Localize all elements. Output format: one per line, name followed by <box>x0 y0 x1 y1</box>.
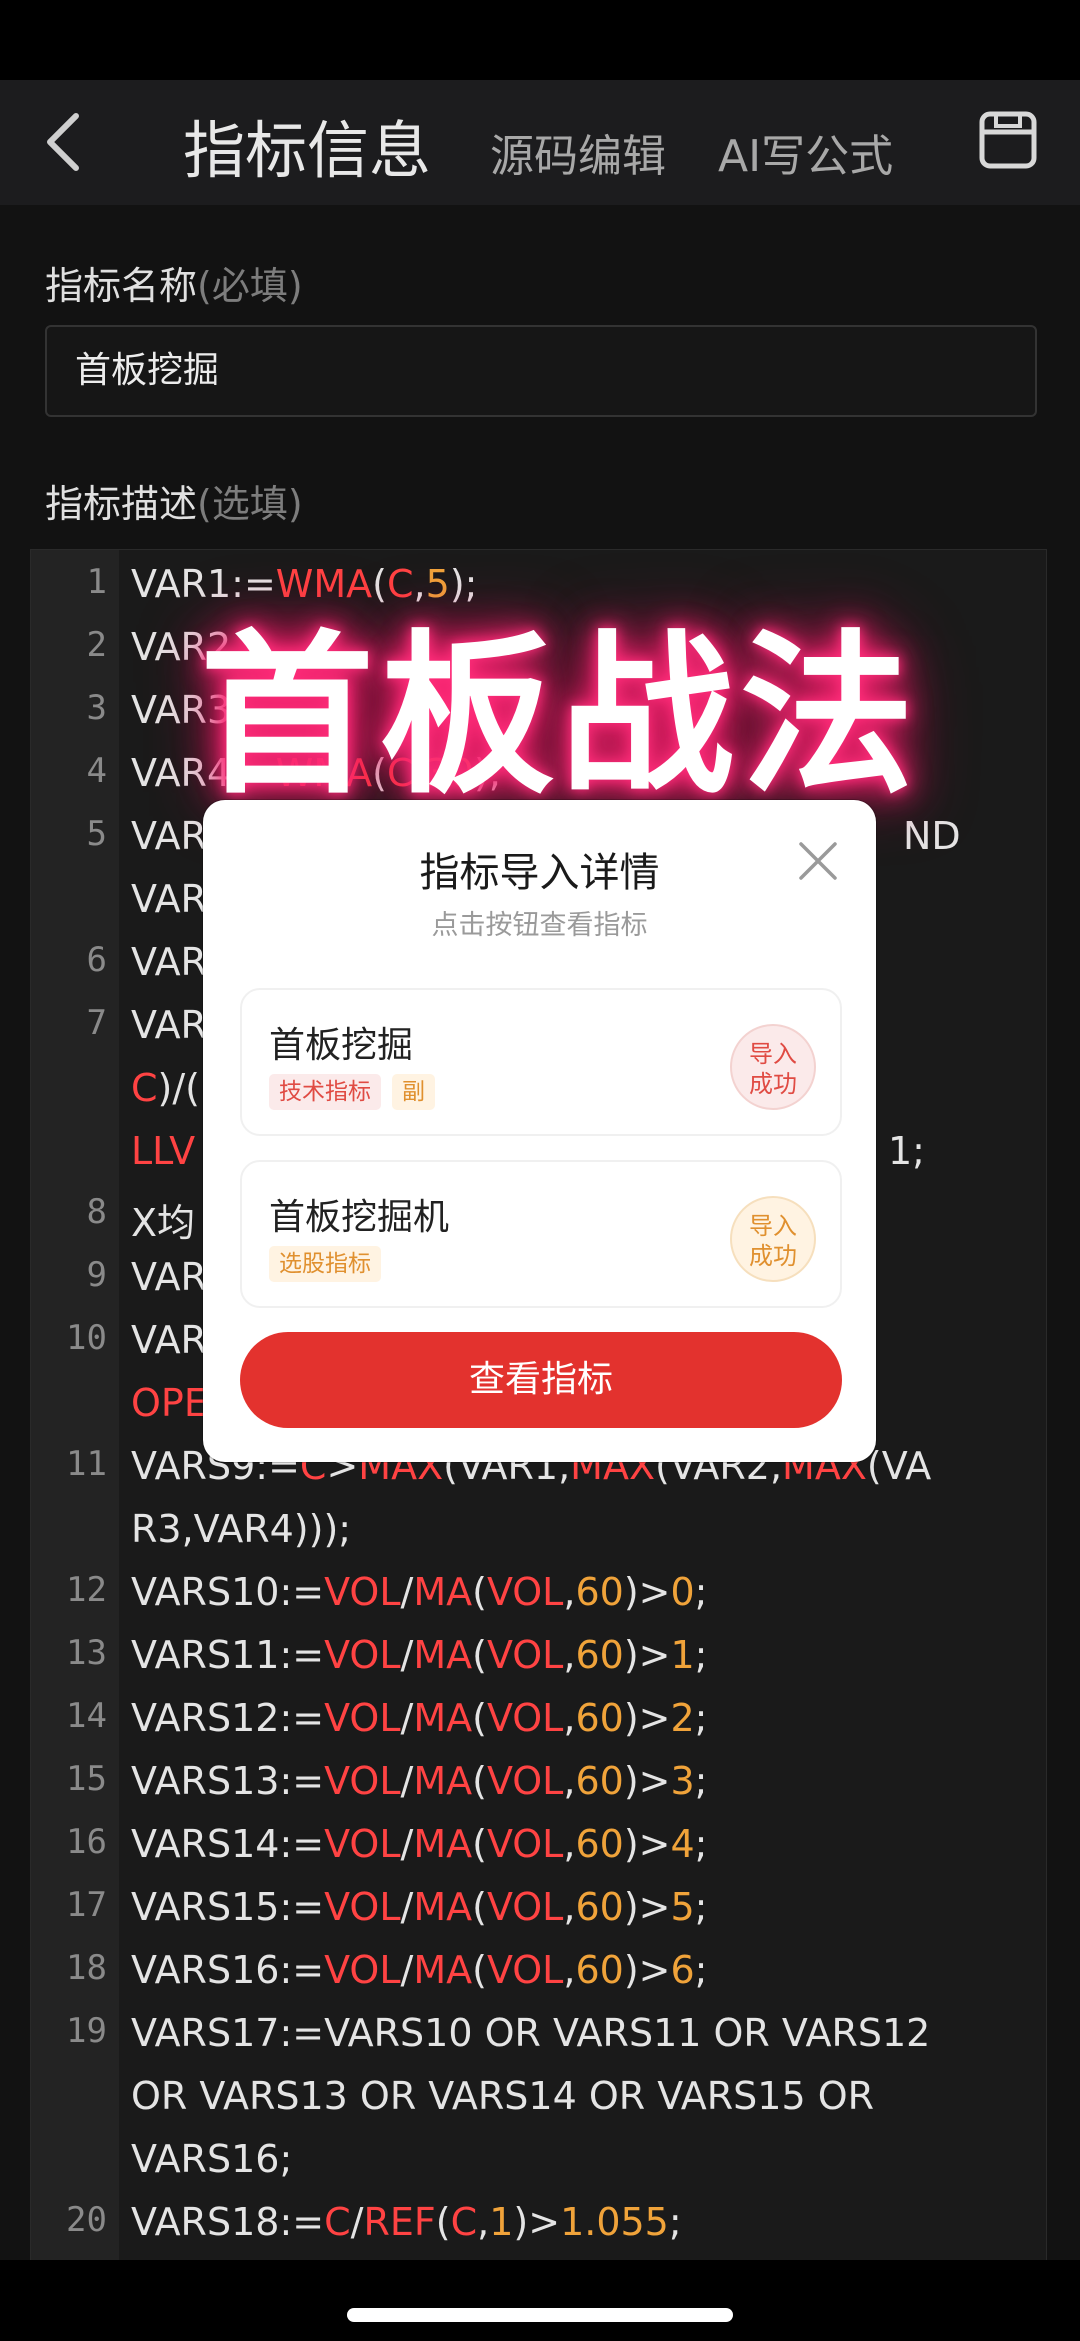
optional-hint: (选填) <box>197 482 303 526</box>
name-field-label: 指标名称(必填) <box>45 264 303 308</box>
indicator-subtype-tag: 副 <box>392 1074 435 1110</box>
code-line: 1; <box>888 1129 925 1173</box>
line-number: 9 <box>86 1255 107 1295</box>
code-line: VAR <box>131 1318 207 1362</box>
code-line: VAR <box>131 1003 207 1047</box>
line-number: 1 <box>86 562 107 602</box>
back-arrow-icon[interactable] <box>30 102 100 182</box>
code-line: VARS14:=VOL/MA(VOL,60)>4; <box>131 1822 708 1866</box>
code-line: VAR <box>131 1255 207 1299</box>
code-line: VARS16:=VOL/MA(VOL,60)>6; <box>131 1948 708 1992</box>
code-line: C)/( <box>131 1066 200 1110</box>
code-line: LLV <box>131 1129 196 1173</box>
line-number: 15 <box>66 1759 107 1799</box>
line-number: 19 <box>66 2011 107 2051</box>
desc-field-label: 指标描述(选填) <box>45 482 303 526</box>
save-icon[interactable] <box>976 108 1040 172</box>
tab-source-edit[interactable]: 源码编辑 <box>490 120 666 184</box>
import-status-badge: 导入 成功 <box>730 1024 816 1110</box>
line-number-gutter: 1 2 3 4 5 6 7 8 9 10 11 12 13 14 15 16 1… <box>31 550 119 2260</box>
line-number: 14 <box>66 1696 107 1736</box>
line-number: 4 <box>86 751 107 791</box>
dialog-subtitle: 点击按钮查看指标 <box>431 910 648 941</box>
line-number: 3 <box>86 688 107 728</box>
line-number: 18 <box>66 1948 107 1988</box>
overlay-title: 首板战法 <box>200 615 921 818</box>
code-line: VAR <box>131 940 207 984</box>
code-line: VARS12:=VOL/MA(VOL,60)>2; <box>131 1696 708 1740</box>
indicator-item-name: 首板挖掘机 <box>269 1197 450 1238</box>
indicator-name-input[interactable]: 首板挖掘 <box>45 325 1037 417</box>
code-line: VARS16; <box>131 2137 293 2181</box>
code-line: OR VARS13 OR VARS14 OR VARS15 OR <box>131 2074 875 2118</box>
nav-bar: 指标信息 源码编辑 AI写公式 <box>0 80 1080 205</box>
indicator-item-name: 首板挖掘 <box>269 1025 414 1066</box>
code-line: VARS11:=VOL/MA(VOL,60)>1; <box>131 1633 708 1677</box>
line-number: 20 <box>66 2200 107 2240</box>
code-line: OPE <box>131 1381 208 1425</box>
line-number: 16 <box>66 1822 107 1862</box>
line-number: 7 <box>86 1003 107 1043</box>
indicator-type-tag: 选股指标 <box>269 1246 381 1282</box>
home-indicator[interactable] <box>347 2308 733 2322</box>
code-line: X均 <box>131 1201 196 1245</box>
code-line: VARS10:=VOL/MA(VOL,60)>0; <box>131 1570 708 1614</box>
code-line: VARS18:=C/REF(C,1)>1.055; <box>131 2200 682 2244</box>
line-number: 2 <box>86 625 107 665</box>
line-number: 13 <box>66 1633 107 1673</box>
page-title: 指标信息 <box>183 114 432 187</box>
line-number: 11 <box>66 1444 107 1484</box>
dialog-title: 指标导入详情 <box>419 850 660 896</box>
indicator-type-tag: 技术指标 <box>269 1074 381 1110</box>
code-line: VAR <box>131 877 207 921</box>
status-bar <box>0 0 1080 80</box>
code-line: R3,VAR4))); <box>131 1507 352 1551</box>
import-status-badge: 导入 成功 <box>730 1196 816 1282</box>
code-line: VAR <box>131 814 207 858</box>
code-line: VARS13:=VOL/MA(VOL,60)>3; <box>131 1759 708 1803</box>
line-number: 8 <box>86 1192 107 1232</box>
close-icon[interactable] <box>793 836 843 886</box>
line-number: 12 <box>66 1570 107 1610</box>
line-number: 5 <box>86 814 107 854</box>
indicator-item[interactable]: 首板挖掘 技术指标 副 导入 成功 <box>240 988 842 1136</box>
line-number: 6 <box>86 940 107 980</box>
line-number: 17 <box>66 1885 107 1925</box>
code-line: VARS17:=VARS10 OR VARS11 OR VARS12 <box>131 2011 931 2055</box>
tab-ai-formula[interactable]: AI写公式 <box>718 120 893 184</box>
import-details-dialog: 指标导入详情 点击按钮查看指标 首板挖掘 技术指标 副 导入 成功 首板挖掘机 选… <box>203 800 876 1462</box>
code-line: VARS15:=VOL/MA(VOL,60)>5; <box>131 1885 708 1929</box>
indicator-item[interactable]: 首板挖掘机 选股指标 导入 成功 <box>240 1160 842 1308</box>
view-indicators-button[interactable]: 查看指标 <box>240 1332 842 1428</box>
required-hint: (必填) <box>197 264 303 308</box>
bottom-bar <box>0 2260 1080 2341</box>
line-number: 10 <box>66 1318 107 1358</box>
